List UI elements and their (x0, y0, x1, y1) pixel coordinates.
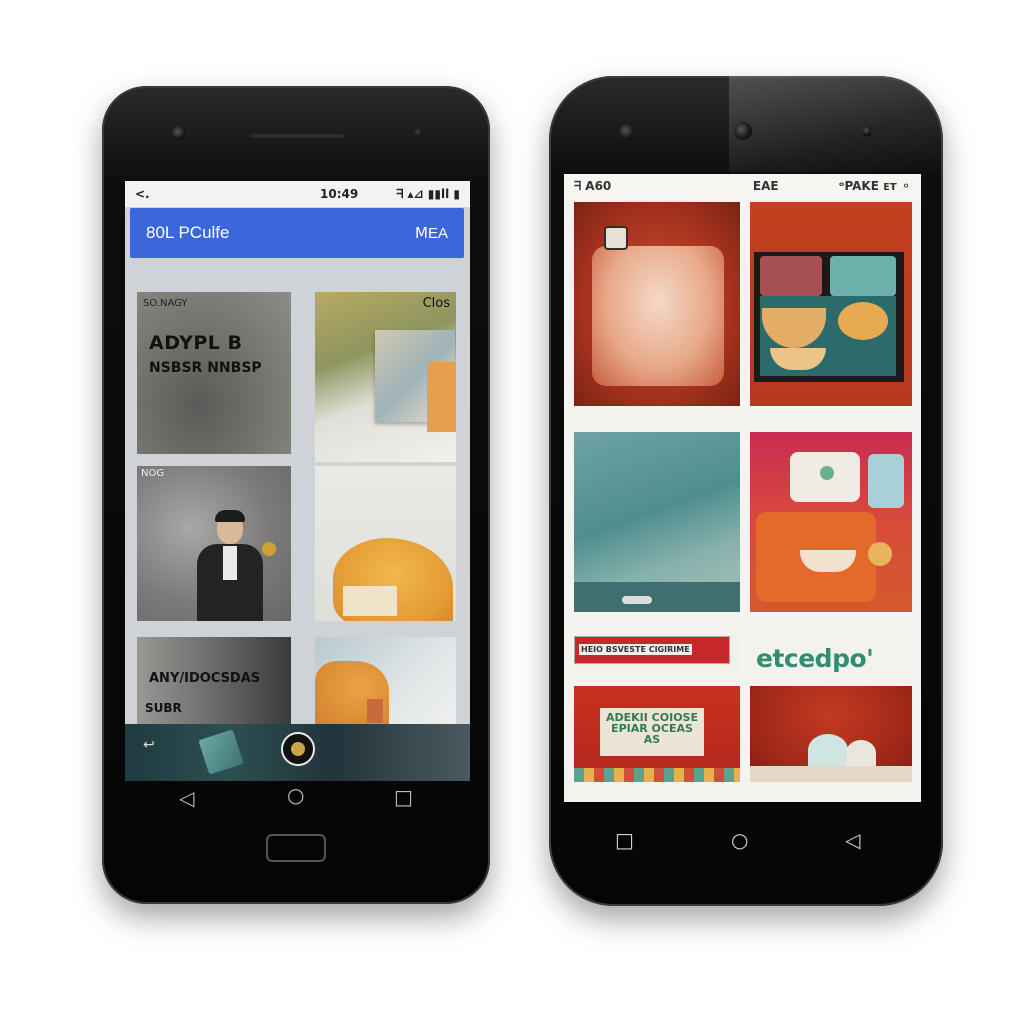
status-time: 10:49 (320, 187, 359, 201)
gallery-card[interactable] (315, 637, 456, 727)
card-artwork (343, 586, 397, 616)
tile-artwork (574, 582, 740, 612)
right-screen: ᖷ A60 EAE ᵒPAKE ᴇᴛ ⚬ HEIO BSVESTE CIGIRI… (564, 174, 921, 802)
gallery-tile[interactable] (750, 202, 912, 406)
status-center-text: EAE (752, 179, 779, 193)
nav-home-button[interactable]: ○ (731, 828, 748, 852)
status-bar: ᖷ A60 EAE ᵒPAKE ᴇᴛ ⚬ (564, 174, 921, 198)
tile-artwork (592, 246, 724, 386)
tile-artwork (574, 768, 740, 782)
share-button[interactable] (198, 729, 244, 775)
left-phone: <. 10:49 ᖷ ▴⊿ ▮▮ll ▮ 80L PCulfe ⅯEA SO.N… (102, 86, 490, 904)
card-subtitle: SUBR (145, 701, 182, 715)
tile-artwork (820, 466, 834, 480)
nav-recents-button[interactable]: □ (615, 828, 634, 852)
tile-artwork (830, 256, 896, 296)
nav-home-button[interactable]: ○ (287, 783, 304, 807)
camera-shutter-button[interactable] (281, 732, 315, 766)
physical-home-button[interactable] (266, 834, 326, 862)
tile-artwork (846, 740, 876, 766)
card-small-caption: NOG (141, 468, 165, 479)
status-icons: ᵒPAKE ᴇᴛ ⚬ (838, 179, 911, 193)
tile-artwork (622, 596, 652, 604)
front-camera-icon (172, 126, 186, 140)
status-left-text: <. (135, 187, 150, 201)
card-small-caption: Clos (422, 296, 450, 311)
card-small-caption: SO.NAGY (143, 298, 188, 309)
gallery-tile[interactable]: ADEKII COIOSE EPIAR OCEAS AS (574, 686, 740, 782)
gallery-card[interactable]: NOG (137, 466, 291, 621)
app-bar-action-button[interactable]: ⅯEA (415, 224, 448, 242)
card-artwork (427, 362, 456, 432)
tile-artwork (808, 734, 848, 766)
bottom-action-strip: ↩ (125, 724, 470, 781)
tile-artwork (868, 542, 892, 566)
shutter-inner-icon (291, 742, 305, 756)
tile-badge-icon (604, 226, 628, 250)
tile-label-card: ADEKII COIOSE EPIAR OCEAS AS (600, 708, 704, 756)
card-title: ANY/IDOCSDAS (149, 671, 261, 686)
tile-artwork (760, 256, 822, 296)
gallery-tile[interactable] (574, 432, 740, 612)
tile-artwork (868, 454, 904, 508)
sensor-icon (863, 126, 871, 136)
tile-wordmark: etcedpo' (756, 644, 874, 673)
person-collar (223, 546, 237, 580)
back-arrow-icon[interactable]: ↩ (143, 736, 155, 753)
earpiece-speaker (250, 134, 344, 138)
card-artwork (367, 699, 383, 723)
front-camera-icon (734, 122, 752, 140)
gallery-tile[interactable]: etcedpo' (750, 634, 912, 686)
gallery-card[interactable]: ANY/IDOCSDAS SUBR (137, 637, 291, 727)
gallery-card[interactable] (315, 466, 456, 621)
status-icons: ᖷ ▴⊿ ▮▮ll ▮ (396, 186, 460, 201)
gallery-tile[interactable]: HEIO BSVESTE CIGIRIME (574, 634, 740, 674)
gallery-card[interactable]: SO.NAGY ADYPL B NSBSR NNBSP (137, 292, 291, 454)
gallery-tile[interactable] (574, 202, 740, 406)
left-screen: <. 10:49 ᖷ ▴⊿ ▮▮ll ▮ 80L PCulfe ⅯEA SO.N… (125, 181, 470, 781)
sensor-icon (414, 128, 423, 137)
tile-artwork (838, 302, 888, 340)
gallery-tile[interactable] (750, 686, 912, 782)
front-camera-icon (619, 124, 635, 140)
nav-back-button[interactable]: ◁ (179, 786, 194, 810)
gallery-card[interactable]: Clos (315, 292, 456, 462)
tile-label: HEIO BSVESTE CIGIRIME (579, 644, 692, 655)
status-bar: <. 10:49 ᖷ ▴⊿ ▮▮ll ▮ (125, 181, 470, 207)
right-phone: ᖷ A60 EAE ᵒPAKE ᴇᴛ ⚬ HEIO BSVESTE CIGIRI… (549, 76, 943, 906)
tile-artwork (750, 766, 912, 782)
app-title: 80L PCulfe (146, 223, 230, 242)
person-hair (215, 510, 245, 522)
tile-label: ADEKII COIOSE EPIAR OCEAS AS (605, 711, 698, 746)
tile-label-banner: HEIO BSVESTE CIGIRIME (574, 636, 730, 664)
status-left-text: ᖷ A60 (574, 178, 612, 193)
glass-reflection (729, 76, 943, 172)
nav-back-button[interactable]: ◁ (845, 828, 860, 852)
gallery-tile[interactable] (750, 432, 912, 612)
flower-decoration (262, 542, 276, 556)
app-bar: 80L PCulfe ⅯEA (130, 208, 464, 258)
nav-recents-button[interactable]: □ (394, 785, 413, 809)
card-subtitle: NSBSR NNBSP (149, 360, 262, 376)
card-title: ADYPL B (149, 332, 243, 354)
